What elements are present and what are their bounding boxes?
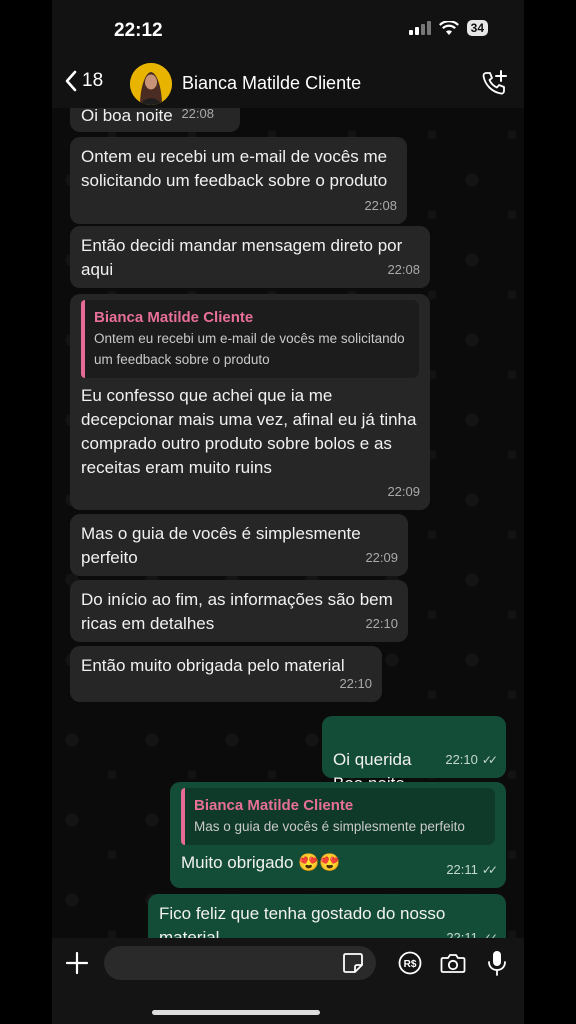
microphone-icon[interactable] xyxy=(486,949,508,977)
outgoing-message[interactable]: Fico feliz que tenha gostado do nosso ma… xyxy=(148,894,506,938)
read-receipt-icon: ✓✓ xyxy=(481,753,498,767)
quoted-message[interactable]: Bianca Matilde Cliente Ontem eu recebi u… xyxy=(81,300,419,378)
incoming-message[interactable]: Então muito obrigada pelo material 22:10 xyxy=(70,646,382,702)
incoming-message[interactable]: Oi boa noite 22:08 xyxy=(70,108,240,132)
svg-text:R$: R$ xyxy=(404,959,417,970)
message-time: 22:08 xyxy=(387,262,420,277)
home-indicator[interactable] xyxy=(152,1010,320,1015)
outgoing-message[interactable]: Oi querida Boa noite 22:10✓✓ xyxy=(322,716,506,793)
chat-header: 18 Bianca Matilde Cliente xyxy=(52,60,524,108)
message-time: 22:08 xyxy=(181,108,214,121)
incoming-message[interactable]: Do início ao fim, as informações são bem… xyxy=(70,580,408,642)
message-time: 22:09 xyxy=(387,484,420,499)
plus-icon[interactable] xyxy=(64,950,90,976)
unread-count: 18 xyxy=(82,70,104,91)
message-text: Muito obrigado 😍😍 xyxy=(181,853,341,872)
read-receipt-icon: ✓✓ xyxy=(481,931,498,938)
message-text: Eu confesso que achei que ia me decepcio… xyxy=(81,386,417,477)
read-receipt-icon: ✓✓ xyxy=(481,863,498,877)
message-text: Então muito obrigada pelo material xyxy=(81,656,345,675)
message-text: Ontem eu recebi um e-mail de vocês me so… xyxy=(81,147,388,190)
message-text: Oi boa noite xyxy=(81,108,173,125)
contact-avatar[interactable] xyxy=(130,63,172,105)
status-icons: 34 xyxy=(408,20,488,36)
incoming-reply-message[interactable]: Bianca Matilde Cliente Ontem eu recebi u… xyxy=(70,294,430,510)
cellular-signal-icon xyxy=(408,21,431,35)
incoming-message[interactable]: Ontem eu recebi um e-mail de vocês me so… xyxy=(70,137,407,224)
message-time: 22:08 xyxy=(364,198,397,213)
phone-screen: 22:12 34 18 Bianca Matilde Cliente Oi bo… xyxy=(52,0,524,1024)
incoming-message[interactable]: Então decidi mandar mensagem direto por … xyxy=(70,226,430,288)
contact-name[interactable]: Bianca Matilde Cliente xyxy=(182,73,361,94)
quote-author: Bianca Matilde Cliente xyxy=(94,309,254,326)
camera-icon[interactable] xyxy=(440,951,466,975)
back-button[interactable]: 18 xyxy=(64,70,103,92)
quote-text: Ontem eu recebi um e-mail de vocês me so… xyxy=(94,331,405,367)
payment-icon[interactable]: R$ xyxy=(398,951,422,975)
message-time: 22:10 ✓✓ xyxy=(445,752,498,767)
quoted-message[interactable]: Bianca Matilde Cliente Mas o guia de voc… xyxy=(181,788,495,845)
message-time: 22:11 ✓✓ xyxy=(446,926,498,938)
sticker-icon[interactable] xyxy=(342,952,364,974)
message-text: Do início ao fim, as informações são bem… xyxy=(81,590,393,633)
message-time: 22:10 xyxy=(339,676,372,691)
message-time: 22:10 xyxy=(365,616,398,631)
add-call-icon[interactable] xyxy=(480,69,508,97)
message-input[interactable] xyxy=(104,946,376,980)
outgoing-reply-message[interactable]: Bianca Matilde Cliente Mas o guia de voc… xyxy=(170,782,506,888)
wifi-icon xyxy=(438,20,459,35)
battery-indicator: 34 xyxy=(466,20,488,36)
quote-text: Mas o guia de vocês é simplesmente perfe… xyxy=(194,819,465,834)
message-time: 22:09 xyxy=(365,550,398,565)
message-time: 22:11 ✓✓ xyxy=(446,862,498,877)
status-time: 22:12 xyxy=(114,20,163,41)
chat-area[interactable]: Oi boa noite 22:08 Ontem eu recebi um e-… xyxy=(52,108,524,938)
message-text: Então decidi mandar mensagem direto por … xyxy=(81,236,403,279)
message-text: Fico feliz que tenha gostado do nosso ma… xyxy=(159,904,446,938)
back-chevron-icon xyxy=(65,70,77,92)
quote-author: Bianca Matilde Cliente xyxy=(194,797,354,814)
status-bar: 22:12 34 xyxy=(52,0,524,60)
message-text: Mas o guia de vocês é simplesmente perfe… xyxy=(81,524,361,567)
incoming-message[interactable]: Mas o guia de vocês é simplesmente perfe… xyxy=(70,514,408,576)
avatar-portrait xyxy=(130,63,172,105)
